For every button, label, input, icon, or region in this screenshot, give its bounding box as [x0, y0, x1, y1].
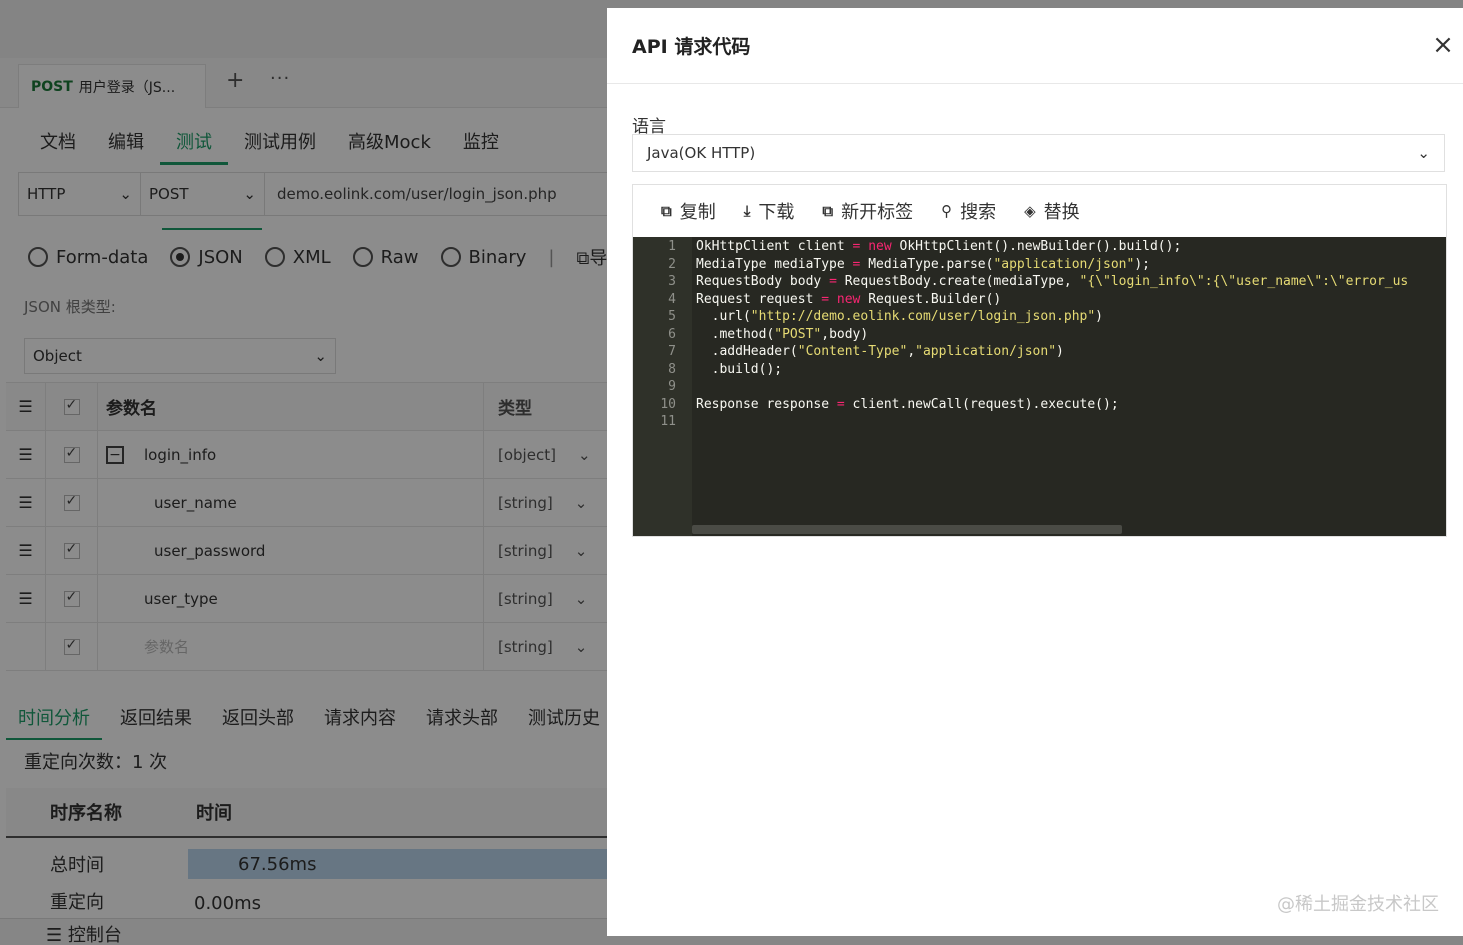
modal-title: API 请求代码 — [632, 36, 751, 58]
search-button[interactable]: ⚲ 搜索 — [941, 198, 996, 224]
line-number: 5 — [668, 309, 676, 324]
line-number: 10 — [660, 396, 676, 412]
replace-button[interactable]: ◈ 替换 — [1024, 198, 1080, 224]
code-line: RequestBody body = RequestBody.create(me… — [696, 274, 1409, 289]
code-line: .build(); — [696, 361, 783, 377]
code-line: Request request = new Request.Builder() — [696, 291, 1002, 307]
code-editor[interactable]: 1 2 3 4 5 6 7 8 9 10 11 OkHttpClient client = new … — [633, 237, 1446, 536]
search-label: 搜索 — [960, 202, 997, 223]
line-number: 3 — [668, 274, 676, 289]
line-number: 11 — [660, 414, 676, 429]
search-icon: ⚲ — [941, 202, 953, 220]
chevron-down-icon: ⌄ — [1417, 144, 1430, 162]
copy-button[interactable]: ⧉ 复制 — [661, 198, 716, 224]
api-code-modal: API 请求代码 × 语言 Java(OK HTTP) ⌄ ⧉ 复制 ⤓ 下载 ⧉ 新… — [607, 8, 1463, 936]
code-line: OkHttpClient client = new OkHttpClient()… — [696, 239, 1182, 254]
download-label: 下载 — [758, 202, 795, 223]
line-number: 7 — [668, 344, 676, 359]
code-line: .method("POST",body) — [696, 326, 869, 342]
line-number-gutter: 1 2 3 4 5 6 7 8 9 10 11 — [633, 237, 692, 536]
download-icon: ⤓ — [743, 202, 751, 220]
code-line: Response response = client.newCall(reque… — [696, 396, 1119, 412]
scrollbar-thumb[interactable] — [692, 525, 1122, 534]
horizontal-scrollbar[interactable] — [692, 523, 1446, 536]
line-number: 6 — [668, 326, 676, 342]
code-lines[interactable]: OkHttpClient client = new OkHttpClient()… — [696, 238, 1408, 431]
watermark: @稀土掘金技术社区 — [1277, 894, 1439, 915]
line-number: 2 — [668, 256, 676, 272]
copy-icon: ⧉ — [661, 202, 672, 220]
editor-toolbar: ⧉ 复制 ⤓ 下载 ⧉ 新开标签 ⚲ 搜索 ◈ 替换 — [633, 185, 1446, 237]
line-number: 9 — [668, 379, 676, 394]
code-line: MediaType mediaType = MediaType.parse("a… — [696, 256, 1150, 272]
layers-icon: ◈ — [1024, 202, 1036, 220]
external-link-icon: ⧉ — [822, 202, 834, 220]
line-number: 8 — [668, 361, 676, 377]
copy-label: 复制 — [679, 202, 716, 223]
new-tab-button[interactable]: ⧉ 新开标签 — [822, 198, 913, 224]
code-line: .url("http://demo.eolink.com/user/login_… — [696, 309, 1103, 324]
language-select[interactable]: Java(OK HTTP) ⌄ — [632, 134, 1445, 172]
close-icon[interactable]: × — [1431, 32, 1455, 58]
new-tab-label: 新开标签 — [841, 202, 914, 223]
replace-label: 替换 — [1043, 202, 1080, 223]
line-number: 1 — [668, 239, 676, 254]
line-number: 4 — [668, 291, 676, 307]
modal-header: API 请求代码 × — [607, 8, 1463, 84]
code-line: .addHeader("Content-Type","application/j… — [696, 344, 1064, 359]
download-button[interactable]: ⤓ 下载 — [744, 198, 795, 224]
language-value: Java(OK HTTP) — [647, 144, 756, 162]
code-editor-panel: ⧉ 复制 ⤓ 下载 ⧉ 新开标签 ⚲ 搜索 ◈ 替换 1 2 3 4 5 6 7 8 9 10 11 OkHt… — [632, 184, 1447, 537]
